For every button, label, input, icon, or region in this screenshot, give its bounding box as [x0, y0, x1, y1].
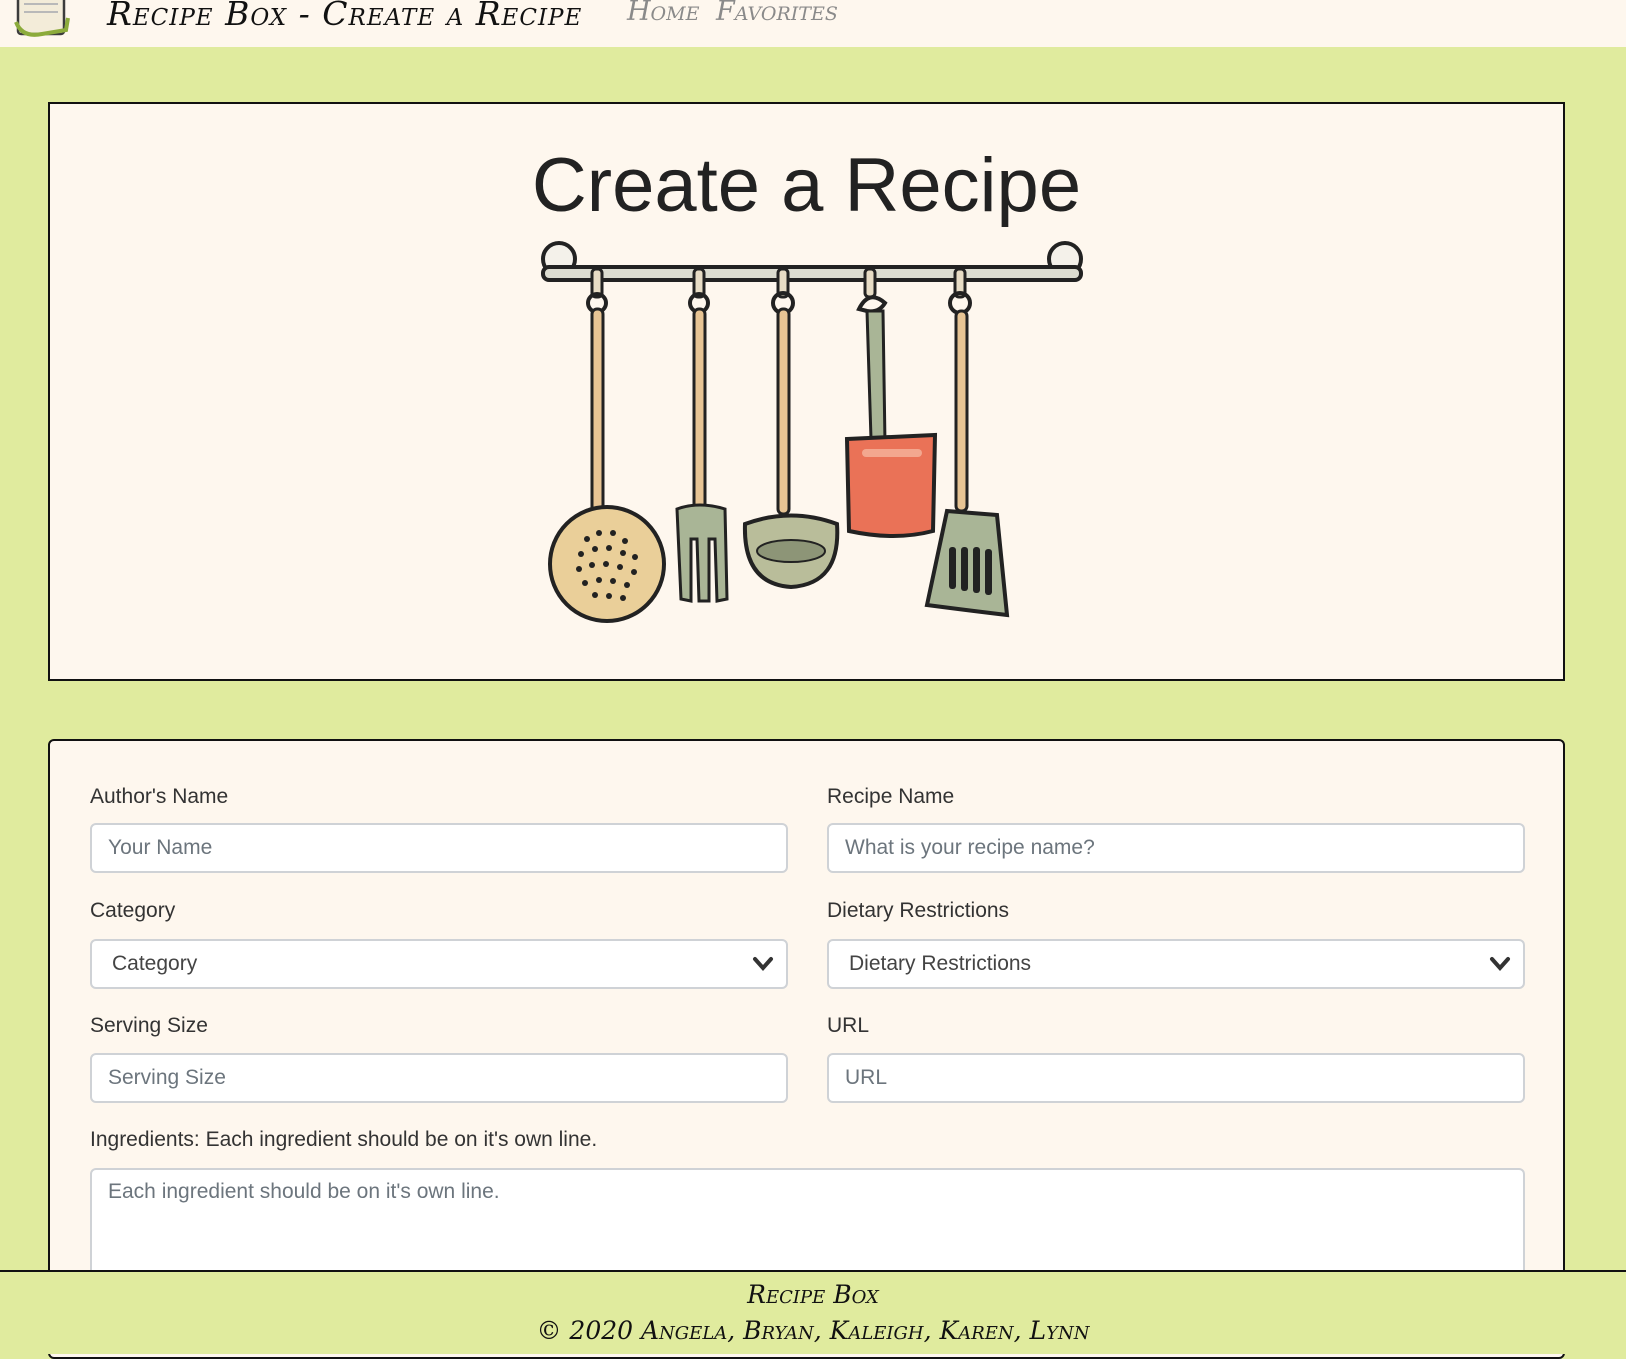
dietary-restrictions-select[interactable]: Dietary Restrictions — [827, 939, 1525, 989]
navbar: Recipe Box - Create a Recipe Home Favori… — [0, 0, 1626, 47]
author-name-label: Author's Name — [90, 785, 229, 808]
nav-link-home[interactable]: Home — [627, 0, 699, 27]
page-title: Create a Recipe — [531, 143, 1082, 228]
nav-link-favorites[interactable]: Favorites — [716, 0, 838, 27]
recipe-clipboard-icon[interactable] — [12, 0, 74, 38]
hero-card: Create a Recipe — [48, 102, 1565, 681]
serving-size-label: Serving Size — [90, 1014, 208, 1037]
navbar-title[interactable]: Recipe Box - Create a Recipe — [107, 0, 582, 33]
dietary-select-value: Dietary Restrictions — [849, 952, 1032, 975]
chevron-down-icon — [1490, 957, 1510, 972]
url-label: URL — [827, 1014, 870, 1037]
serving-size-input[interactable] — [90, 1053, 788, 1103]
footer-credits: © 2020 Angela, Bryan, Kaleigh, Karen, Ly… — [536, 1316, 1090, 1345]
chevron-down-icon — [753, 957, 773, 972]
ingredients-label: Ingredients: Each ingredient should be o… — [90, 1128, 598, 1151]
recipe-name-input[interactable] — [827, 823, 1525, 873]
footer-title: Recipe Box — [747, 1280, 879, 1309]
author-name-input[interactable] — [90, 823, 788, 873]
kitchen-utensils-illustration — [541, 241, 1083, 623]
category-select[interactable]: Category — [90, 939, 788, 989]
url-input[interactable] — [827, 1053, 1525, 1103]
footer: Recipe Box © 2020 Angela, Bryan, Kaleigh… — [0, 1270, 1626, 1354]
category-select-value: Category — [112, 952, 198, 975]
create-recipe-form: Author's Name Recipe Name Category Categ… — [48, 739, 1565, 1359]
category-label: Category — [90, 899, 176, 922]
dietary-restrictions-label: Dietary Restrictions — [827, 899, 1010, 922]
recipe-name-label: Recipe Name — [827, 785, 955, 808]
